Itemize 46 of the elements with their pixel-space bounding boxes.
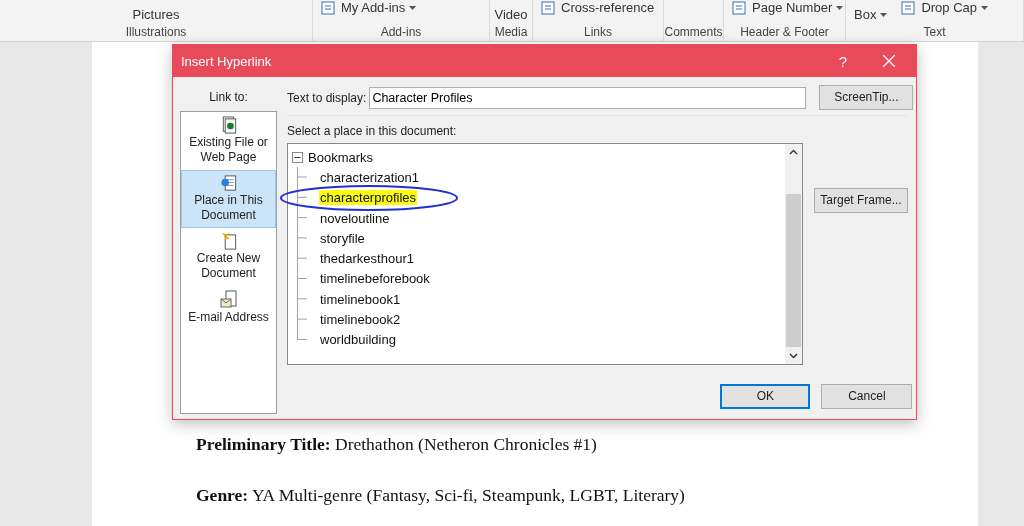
document-paragraph: Genre: YA Multi-genre (Fantasy, Sci-fi, Steampunk, LGBT, Literary) [196, 485, 686, 506]
collapse-icon[interactable] [292, 151, 303, 163]
help-button[interactable]: ? [820, 45, 866, 77]
tree-item[interactable]: Bookmarks [307, 149, 375, 165]
ok-button[interactable]: OK [720, 384, 811, 409]
ribbon-group-label: Illustrations [124, 25, 188, 39]
dialog-title: Insert Hyperlink [181, 53, 273, 69]
field-label: Text to display: [287, 90, 367, 105]
caret-icon [880, 12, 888, 17]
close-icon [883, 55, 895, 67]
ribbon-group-label: Comments [664, 25, 723, 39]
tree-item[interactable]: noveloutline [319, 210, 391, 226]
tree-item[interactable]: characterprofiles [319, 190, 418, 206]
text-to-display-field[interactable]: Character Profiles [369, 86, 807, 109]
tree-item[interactable]: timelinebook1 [319, 291, 402, 307]
caret-icon [836, 5, 844, 10]
ribbon-command[interactable]: My Add-ins [321, 0, 417, 15]
scrollbar[interactable] [785, 144, 802, 364]
ribbon-command[interactable]: Pictures [132, 7, 180, 22]
ribbon-command[interactable]: Cross-reference [541, 0, 655, 15]
tree-item[interactable]: worldbuilding [319, 332, 397, 348]
link-type-option[interactable]: Place in This Document [181, 170, 276, 228]
tree-item[interactable]: timelinebeforebook [319, 271, 431, 287]
ribbon-command[interactable]: Page Number [732, 0, 844, 15]
tree-item[interactable]: storyfile [319, 230, 366, 246]
ribbon-group-label: Header & Footer [739, 25, 830, 39]
tree-item[interactable]: characterization1 [319, 169, 420, 185]
caret-icon [409, 5, 417, 10]
tree-item[interactable]: thedarkesthour1 [319, 251, 415, 267]
document-envelope-icon [219, 290, 238, 310]
target-frame-button[interactable]: Target Frame... [814, 188, 908, 213]
ribbon-group-label: Links [583, 25, 613, 39]
tree-item[interactable]: timelinebook2 [319, 312, 402, 327]
link-to-label: Link to: [209, 90, 248, 104]
section-label: Select a place in this document: [287, 124, 458, 138]
document-paragraph: Preliminary Title: Drethathon (Netheron Chronicles #1) [196, 434, 598, 455]
screentip-button[interactable]: ScreenTip... [819, 85, 914, 110]
ribbon-group-label: Media [493, 25, 529, 39]
ribbon-command[interactable]: Box [854, 7, 888, 22]
ribbon-command[interactable]: Drop Cap [901, 0, 989, 15]
ribbon-command[interactable]: Video [494, 7, 528, 22]
ribbon-group-label: Add-ins [379, 25, 423, 39]
document-arrow-icon [219, 174, 238, 193]
caret-icon [981, 5, 989, 10]
cancel-button[interactable]: Cancel [821, 384, 913, 409]
ribbon-group-label: Text [922, 25, 947, 39]
